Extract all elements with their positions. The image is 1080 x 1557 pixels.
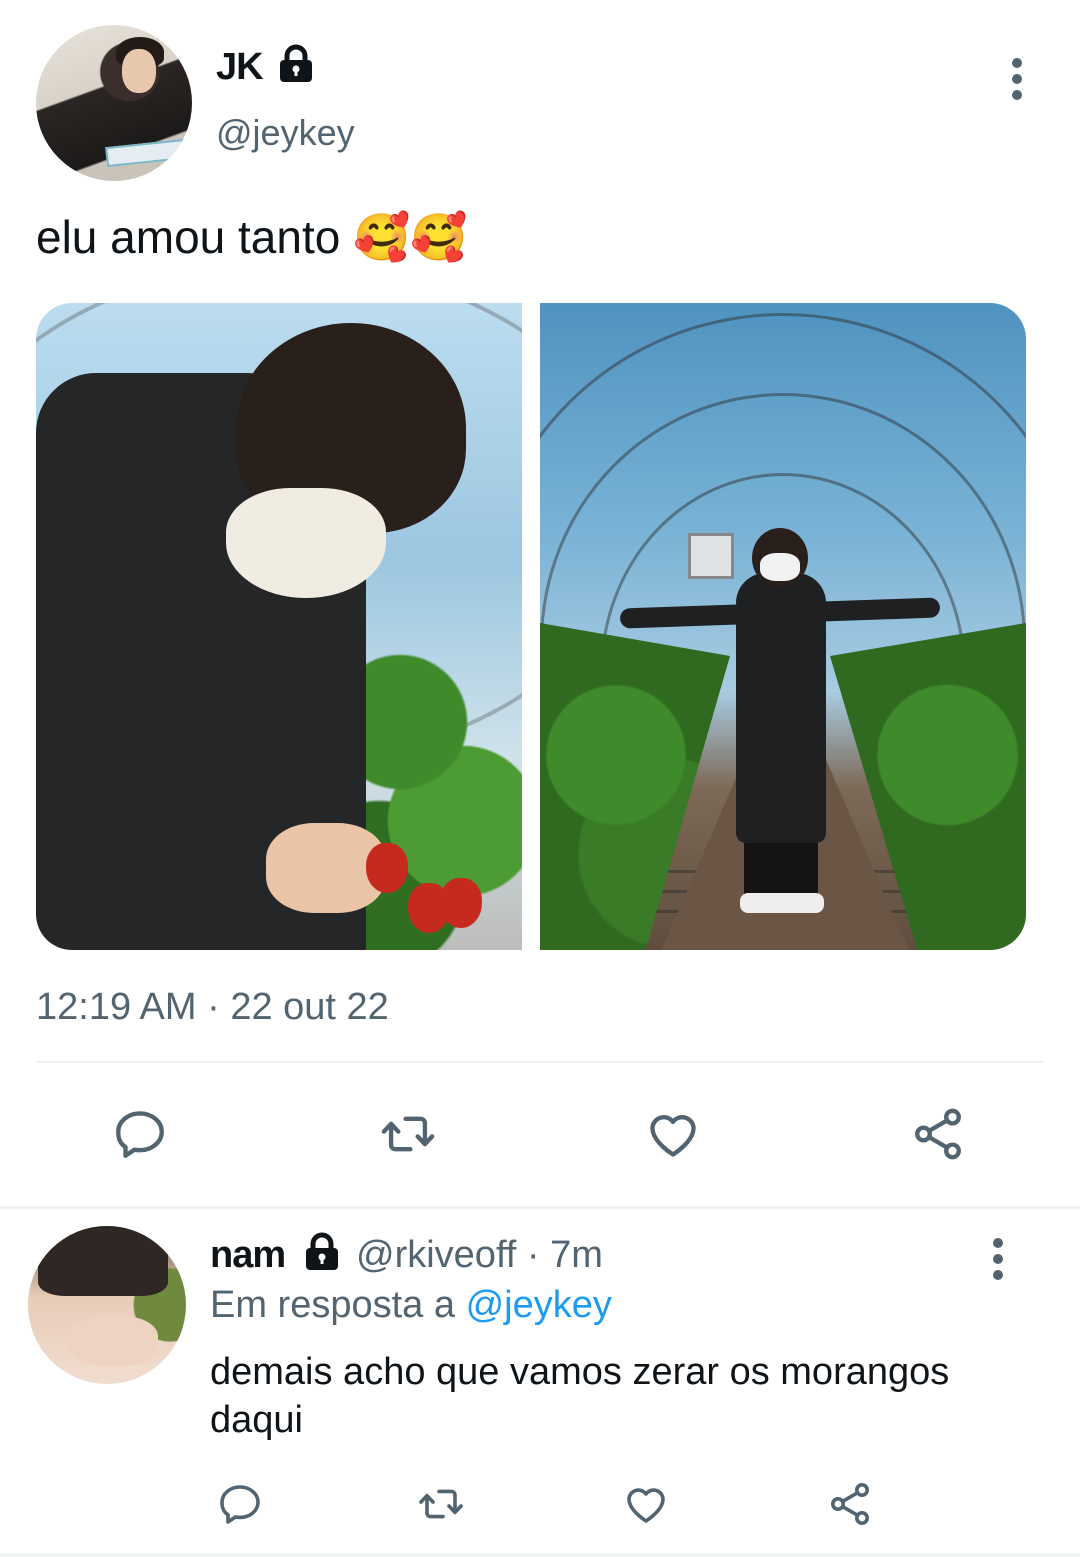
strawberry xyxy=(440,878,482,928)
avatar-notebook xyxy=(105,138,187,168)
author-handle[interactable]: @jeykey xyxy=(216,112,355,154)
lock-icon xyxy=(306,1232,338,1270)
avatar-hand xyxy=(68,1316,158,1366)
reply-handle-time[interactable]: @rkiveoff · 7m xyxy=(356,1234,603,1277)
share-button[interactable] xyxy=(906,1102,970,1166)
like-button[interactable] xyxy=(618,1476,674,1532)
heart-icon xyxy=(627,1488,665,1523)
section-divider xyxy=(0,1206,1080,1209)
photo-picking-strawberries[interactable] xyxy=(36,303,522,950)
author-avatar[interactable] xyxy=(36,25,192,181)
reply-header: nam xyxy=(210,1234,286,1277)
retweet-icon xyxy=(419,1489,463,1519)
author-display-name[interactable]: JK xyxy=(216,46,264,89)
reply-prefix: Em resposta a xyxy=(210,1284,455,1326)
reply-context: Em resposta a @jeykey xyxy=(210,1284,612,1327)
tweet-timestamp[interactable]: 12:19 AM · 22 out 22 xyxy=(36,986,389,1029)
share-icon xyxy=(831,1483,869,1525)
reply-action-bar xyxy=(0,1476,1080,1536)
person-in-long-coat xyxy=(736,573,826,843)
reply-text: demais acho que vamos zerar os morangos … xyxy=(210,1351,950,1441)
reply-icon xyxy=(220,1485,260,1524)
smiling-hearts-emoji: 🥰🥰 xyxy=(353,210,468,264)
face-mask xyxy=(226,488,386,598)
more-vertical-icon[interactable] xyxy=(993,1238,1005,1286)
like-button[interactable] xyxy=(641,1102,705,1166)
divider xyxy=(36,1061,1044,1063)
bottom-divider xyxy=(0,1553,1080,1557)
face-mask xyxy=(760,553,800,581)
reply-display-name[interactable]: nam xyxy=(210,1234,286,1276)
tweet-text: elu amou tanto 🥰🥰 xyxy=(36,210,468,265)
retweet-icon xyxy=(381,1116,435,1152)
retweet-button[interactable] xyxy=(376,1102,440,1166)
photo-greenhouse-arms-open[interactable] xyxy=(540,303,1026,950)
reply-author-avatar[interactable] xyxy=(28,1226,186,1384)
wall-fan xyxy=(688,533,734,579)
share-button[interactable] xyxy=(822,1476,878,1532)
reply-mention-link[interactable]: @jeykey xyxy=(466,1284,612,1326)
retweet-button[interactable] xyxy=(413,1476,469,1532)
avatar-face xyxy=(122,49,156,93)
lock-icon xyxy=(280,44,312,82)
media-grid xyxy=(36,303,1026,950)
heart-icon xyxy=(650,1115,696,1157)
reply-button[interactable] xyxy=(212,1476,268,1532)
main-tweet: JK @jeykey elu amou tanto 🥰🥰 12:19 AM · … xyxy=(0,0,1080,1200)
more-vertical-icon[interactable] xyxy=(1012,58,1024,106)
share-icon xyxy=(915,1108,961,1160)
reply-button[interactable] xyxy=(108,1102,172,1166)
white-sneakers xyxy=(740,893,824,913)
reply-icon xyxy=(116,1111,164,1158)
strawberry xyxy=(366,843,408,893)
avatar-hair xyxy=(38,1226,168,1296)
tweet-text-body: elu amou tanto xyxy=(36,211,341,263)
tweet-action-bar xyxy=(0,1102,1080,1166)
